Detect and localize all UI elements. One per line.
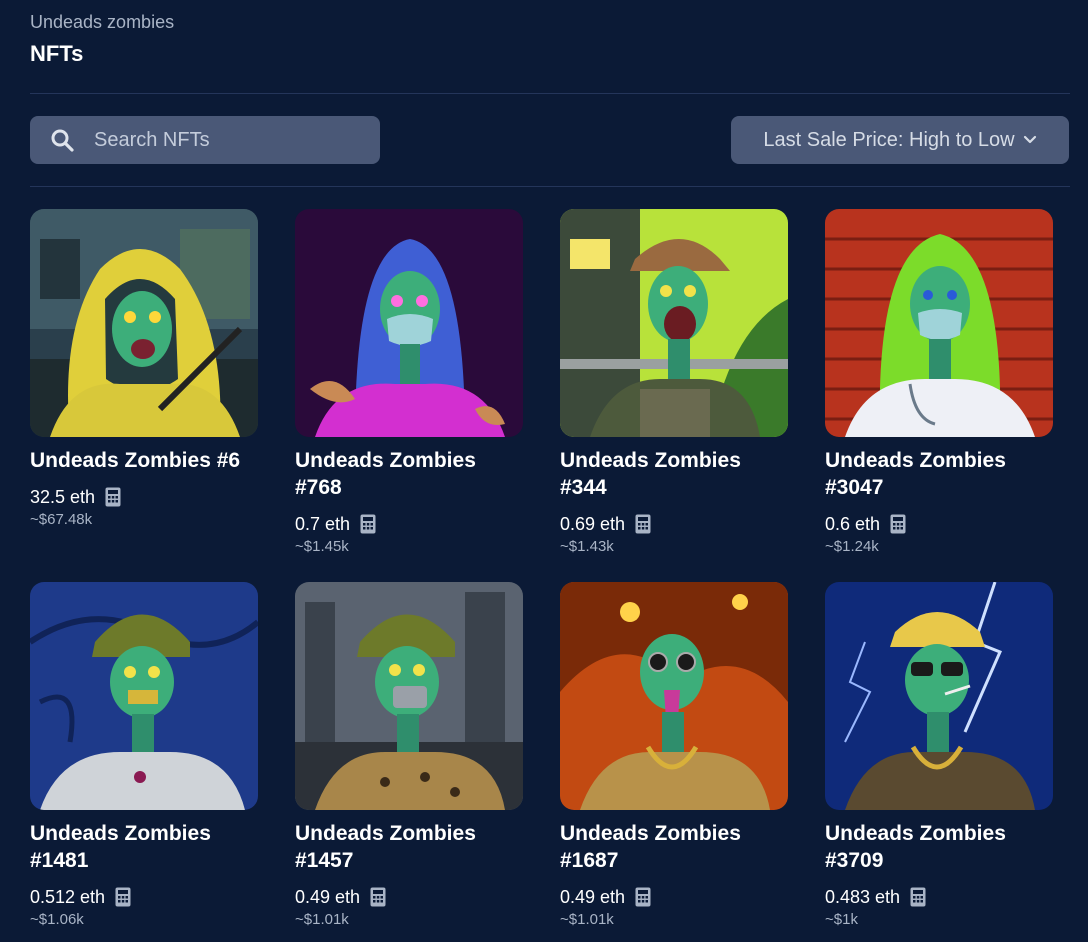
price-row: 0.7 eth	[295, 512, 523, 536]
sort-dropdown[interactable]: Last Sale Price: High to Low	[731, 116, 1069, 164]
price-row: 0.512 eth	[30, 885, 258, 909]
nft-usd-price: ~$1.01k	[295, 911, 349, 928]
nft-title[interactable]: Undeads Zombies #3709	[825, 820, 1053, 874]
nft-price: 0.49 eth	[295, 886, 361, 907]
calculator-icon[interactable]	[910, 887, 926, 907]
search-icon	[51, 129, 74, 152]
nft-image[interactable]	[295, 209, 523, 437]
nft-card[interactable]: Undeads Zombies #1457 0.49 eth ~$1.01k	[295, 582, 523, 928]
nft-image[interactable]	[825, 209, 1053, 437]
calculator-icon[interactable]	[635, 514, 651, 534]
sort-label: Last Sale Price: High to Low	[763, 128, 1015, 151]
collection-name[interactable]: Undeads zombies	[30, 10, 174, 34]
nft-title[interactable]: Undeads Zombies #768	[295, 447, 523, 501]
nft-price: 0.49 eth	[560, 886, 626, 907]
nft-price: 0.483 eth	[825, 886, 901, 907]
calculator-icon[interactable]	[635, 887, 651, 907]
nft-card[interactable]: Undeads Zombies #344 0.69 eth ~$1.43k	[560, 209, 788, 555]
nft-image[interactable]	[560, 582, 788, 810]
nft-gallery-page: Undeads zombies NFTs Last Sale Price: Hi…	[0, 0, 1088, 942]
search-input[interactable]	[92, 127, 356, 153]
nft-title[interactable]: Undeads Zombies #3047	[825, 447, 1053, 501]
nft-title[interactable]: Undeads Zombies #344	[560, 447, 788, 501]
nft-usd-price: ~$67.48k	[30, 511, 93, 528]
nft-price: 0.512 eth	[30, 886, 106, 907]
nft-title[interactable]: Undeads Zombies #1687	[560, 820, 788, 874]
nft-title[interactable]: Undeads Zombies #1481	[30, 820, 258, 874]
price-row: 0.6 eth	[825, 512, 1053, 536]
nft-card[interactable]: Undeads Zombies #3047 0.6 eth ~$1.24k	[825, 209, 1053, 555]
nft-title[interactable]: Undeads Zombies #1457	[295, 820, 523, 874]
calculator-icon[interactable]	[115, 887, 131, 907]
calculator-icon[interactable]	[360, 514, 376, 534]
nft-card[interactable]: Undeads Zombies #1687 0.49 eth ~$1.01k	[560, 582, 788, 928]
price-row: 0.483 eth	[825, 885, 1053, 909]
chevron-down-icon	[1023, 135, 1036, 144]
nft-usd-price: ~$1k	[825, 911, 858, 928]
nft-image[interactable]	[295, 582, 523, 810]
nft-card[interactable]: Undeads Zombies #1481 0.512 eth ~$1.06k	[30, 582, 258, 928]
price-row: 32.5 eth	[30, 485, 258, 509]
calculator-icon[interactable]	[890, 514, 906, 534]
search-box[interactable]	[30, 116, 380, 164]
nft-card[interactable]: Undeads Zombies #3709 0.483 eth ~$1k	[825, 582, 1053, 928]
price-row: 0.69 eth	[560, 512, 788, 536]
nft-title[interactable]: Undeads Zombies #6	[30, 447, 258, 474]
nft-image[interactable]	[560, 209, 788, 437]
divider	[30, 186, 1070, 187]
nft-price: 0.69 eth	[560, 513, 626, 534]
calculator-icon[interactable]	[105, 487, 121, 507]
nft-usd-price: ~$1.01k	[560, 911, 614, 928]
nft-usd-price: ~$1.06k	[30, 911, 84, 928]
nft-usd-price: ~$1.24k	[825, 538, 879, 555]
nft-image[interactable]	[825, 582, 1053, 810]
nft-usd-price: ~$1.45k	[295, 538, 349, 555]
nft-usd-price: ~$1.43k	[560, 538, 614, 555]
price-row: 0.49 eth	[295, 885, 523, 909]
nft-image[interactable]	[30, 582, 258, 810]
nft-price: 0.6 eth	[825, 513, 881, 534]
nft-card[interactable]: Undeads Zombies #768 0.7 eth ~$1.45k	[295, 209, 523, 555]
price-row: 0.49 eth	[560, 885, 788, 909]
nft-card[interactable]: Undeads Zombies #6 32.5 eth ~$67.48k	[30, 209, 258, 528]
nft-price: 0.7 eth	[295, 513, 351, 534]
page-title: NFTs	[30, 41, 84, 66]
nft-image[interactable]	[30, 209, 258, 437]
nft-price: 32.5 eth	[30, 486, 96, 507]
calculator-icon[interactable]	[370, 887, 386, 907]
header: Undeads zombies NFTs	[30, 10, 174, 68]
divider	[30, 93, 1070, 94]
